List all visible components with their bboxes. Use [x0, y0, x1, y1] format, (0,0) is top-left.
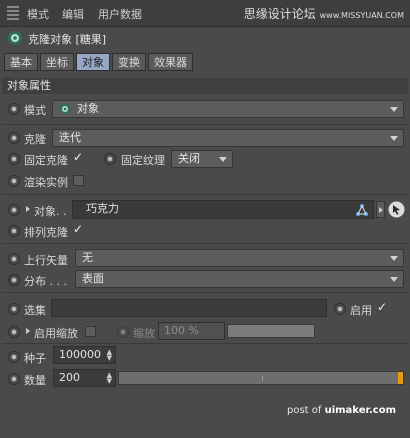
fixtexture-animate-icon[interactable] — [104, 153, 116, 165]
clone-dropdown[interactable]: 迭代 — [52, 129, 404, 147]
object-animate-icon[interactable] — [8, 204, 20, 216]
clone-value: 迭代 — [59, 131, 81, 144]
arrange-checkbox[interactable]: ✓ — [73, 222, 83, 236]
fixtexture-dropdown[interactable]: 关闭 — [171, 150, 233, 168]
tab-basic[interactable]: 基本 — [4, 53, 38, 71]
selection-animate-icon[interactable] — [8, 303, 20, 315]
clone-label: 克隆 — [24, 133, 46, 146]
object-value: 巧克力 — [86, 202, 119, 215]
enablescale-animate-icon[interactable] — [8, 326, 20, 338]
distribution-label: 分布 . . . — [24, 275, 67, 288]
count-slider-knob[interactable] — [398, 372, 403, 384]
divider — [2, 194, 408, 195]
stepper-icon[interactable]: ▲ ▼ — [107, 349, 112, 362]
watermark: 思缘设计论坛 www.MISSYUAN.COM — [244, 5, 404, 22]
mode-label: 模式 — [24, 104, 46, 117]
fixtexture-value: 关闭 — [178, 152, 200, 165]
cloner-icon — [8, 31, 22, 45]
divider — [2, 292, 408, 293]
scale-label: 缩放 — [133, 327, 155, 340]
count-field[interactable]: 200 ▲ ▼ — [53, 369, 116, 387]
watermark-url: www.MISSYUAN.COM — [319, 11, 404, 20]
count-label: 数量 — [24, 374, 46, 387]
enable-checkbox[interactable]: ✓ — [377, 300, 387, 314]
seed-animate-icon[interactable] — [8, 351, 20, 363]
object-label: 对象. . — [34, 205, 67, 218]
chevron-down-icon — [390, 136, 398, 141]
enable-scale-checkbox[interactable] — [85, 326, 96, 337]
pick-object-icon[interactable] — [388, 201, 405, 218]
selection-label: 选集 — [24, 304, 46, 317]
watermark-text: 思缘设计论坛 — [243, 7, 316, 21]
grip-icon[interactable] — [7, 6, 19, 20]
tab-object[interactable]: 对象 — [76, 53, 110, 71]
enable-label: 启用 — [350, 304, 372, 317]
chevron-down-icon — [219, 157, 227, 162]
footer-prefix: post of — [287, 405, 325, 416]
tab-coord[interactable]: 坐标 — [40, 53, 74, 71]
count-animate-icon[interactable] — [8, 373, 20, 385]
object-name: 克隆对象 [糖果] — [28, 33, 107, 46]
arrange-label: 排列克隆 — [24, 226, 68, 239]
menu-bar: 模式 编辑 用户数据 思缘设计论坛 www.MISSYUAN.COM — [0, 0, 410, 27]
expand-arrow-icon[interactable] — [26, 206, 30, 212]
expand-arrow-icon[interactable] — [26, 328, 30, 334]
enable-animate-icon[interactable] — [334, 303, 346, 315]
chevron-down-icon — [390, 256, 398, 261]
tab-effectors[interactable]: 效果器 — [148, 53, 193, 71]
upvector-animate-icon[interactable] — [8, 253, 20, 265]
upvector-value: 无 — [82, 251, 93, 264]
count-slider[interactable] — [118, 371, 404, 385]
clone-animate-icon[interactable] — [8, 132, 20, 144]
mode-dropdown[interactable]: 对象 — [52, 100, 404, 118]
mode-value: 对象 — [77, 102, 99, 115]
arrange-animate-icon[interactable] — [8, 225, 20, 237]
tab-bar: 基本 坐标 对象 变换 效果器 — [4, 53, 195, 71]
menu-edit[interactable]: 编辑 — [62, 6, 84, 22]
object-menu-arrow[interactable] — [376, 201, 385, 218]
render-checkbox[interactable] — [73, 175, 84, 186]
mode-animate-icon[interactable] — [8, 103, 20, 115]
render-animate-icon[interactable] — [8, 175, 20, 187]
footer-credit: post of uimaker.com — [287, 405, 396, 416]
upvector-dropdown[interactable]: 无 — [75, 249, 404, 267]
divider — [2, 243, 408, 244]
chevron-right-icon — [379, 207, 383, 213]
distribution-dropdown[interactable]: 表面 — [75, 270, 404, 288]
fixtexture-label: 固定纹理 — [121, 154, 165, 167]
section-title: 对象属性 — [2, 78, 408, 94]
enable-scale-label: 启用缩放 — [34, 327, 78, 340]
count-value: 200 — [59, 371, 80, 384]
distribution-value: 表面 — [82, 272, 104, 285]
menu-userdata[interactable]: 用户数据 — [98, 6, 142, 22]
chevron-down-icon — [390, 277, 398, 282]
distribution-animate-icon[interactable] — [8, 274, 20, 286]
fixclone-animate-icon[interactable] — [8, 153, 20, 165]
fixclone-checkbox[interactable]: ✓ — [73, 150, 83, 164]
hierarchy-icon[interactable] — [355, 203, 369, 217]
cloner-icon — [59, 103, 71, 115]
chevron-down-icon — [390, 107, 398, 112]
divider — [2, 343, 408, 344]
upvector-label: 上行矢量 — [24, 254, 68, 267]
divider — [2, 124, 408, 125]
seed-label: 种子 — [24, 352, 46, 365]
footer-site: uimaker.com — [324, 405, 396, 416]
menu-mode[interactable]: 模式 — [27, 6, 49, 22]
slider-tick — [262, 376, 263, 381]
scale-slider — [227, 324, 315, 338]
seed-field[interactable]: 100000 ▲ ▼ — [53, 346, 116, 364]
fixclone-label: 固定克隆 — [24, 154, 68, 167]
scale-value: 100 % — [164, 324, 199, 337]
stepper-icon[interactable]: ▲ ▼ — [107, 372, 112, 385]
seed-value: 100000 — [59, 348, 101, 361]
object-link-field[interactable]: 巧克力 — [72, 200, 374, 219]
tab-transform[interactable]: 变换 — [112, 53, 146, 71]
render-label: 渲染实例 — [24, 176, 68, 189]
scale-animate-icon — [117, 326, 129, 338]
scale-field: 100 % — [158, 322, 225, 340]
selection-field[interactable] — [51, 299, 327, 317]
